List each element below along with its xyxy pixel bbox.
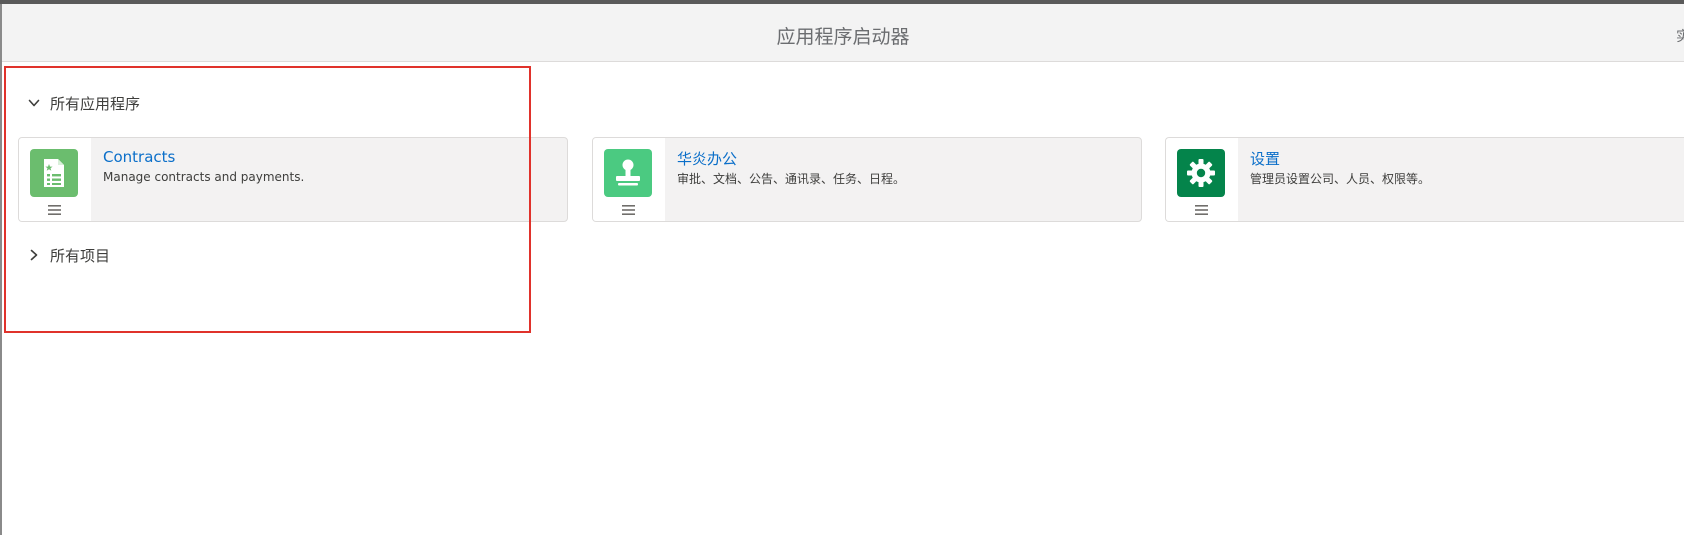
app-tile-huayan-office[interactable]: 华炎办公 审批、文档、公告、通讯录、任务、日程。 — [592, 137, 1142, 222]
window-left-edge — [0, 4, 2, 535]
tile-icon-area — [1166, 138, 1238, 221]
app-description-contracts: Manage contracts and payments. — [103, 170, 305, 184]
section-label-all-items: 所有项目 — [50, 246, 111, 265]
app-title-contracts[interactable]: Contracts — [103, 148, 175, 166]
tile-icon-area — [19, 138, 91, 221]
stamp-icon — [604, 149, 652, 197]
app-description-settings: 管理员设置公司、人员、权限等。 — [1250, 172, 1431, 186]
app-launcher-page: 应用程序启动器 实 所有应用程序 Contracts Manage contra… — [0, 0, 1684, 535]
section-toggle-all-apps[interactable]: 所有应用程序 — [28, 93, 140, 113]
app-description-huayan-office: 审批、文档、公告、通讯录、任务、日程。 — [677, 172, 906, 186]
chevron-down-icon — [28, 99, 40, 107]
modal-header: 应用程序启动器 实 — [2, 4, 1684, 62]
contract-document-icon — [30, 149, 78, 197]
hamburger-menu-icon[interactable] — [1195, 204, 1208, 216]
chevron-right-icon — [30, 249, 38, 261]
hamburger-menu-icon[interactable] — [622, 204, 635, 216]
app-tile-settings[interactable]: 设置 管理员设置公司、人员、权限等。 — [1165, 137, 1684, 222]
app-title-settings[interactable]: 设置 — [1250, 148, 1280, 169]
page-title: 应用程序启动器 — [776, 26, 910, 48]
tile-icon-area — [593, 138, 665, 221]
header-right-partial-text: 实 — [1676, 29, 1684, 45]
app-tile-contracts[interactable]: Contracts Manage contracts and payments. — [18, 137, 568, 222]
hamburger-menu-icon[interactable] — [48, 204, 61, 216]
section-label-all-apps: 所有应用程序 — [50, 94, 141, 113]
app-title-huayan-office[interactable]: 华炎办公 — [677, 148, 737, 169]
section-toggle-all-items[interactable]: 所有项目 — [28, 245, 110, 265]
gear-icon — [1177, 149, 1225, 197]
